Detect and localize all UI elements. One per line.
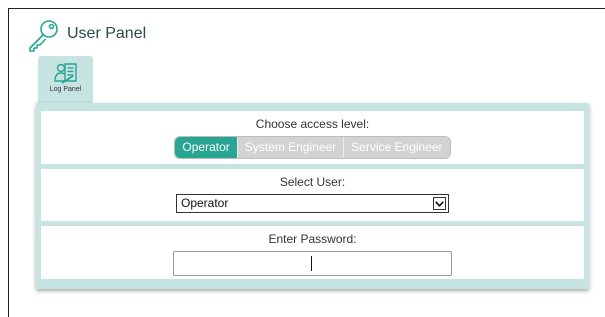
select-user-section: Select User: Operator xyxy=(41,169,584,221)
select-user-label: Select User: xyxy=(279,175,346,189)
password-section: Enter Password: xyxy=(41,226,584,279)
access-option-service-engineer[interactable]: Service Engineer xyxy=(343,137,450,158)
tab-label: Log Panel xyxy=(49,86,82,93)
user-list-icon xyxy=(53,63,77,84)
page-title: User Panel xyxy=(67,25,147,42)
user-select[interactable]: Operator xyxy=(176,194,449,213)
chevron-down-icon[interactable] xyxy=(433,197,446,210)
text-caret xyxy=(311,256,312,271)
access-level-label: Choose access level: xyxy=(255,117,370,131)
password-label: Enter Password: xyxy=(268,232,357,246)
key-icon xyxy=(29,20,58,52)
panel-header: User Panel xyxy=(26,17,146,53)
access-option-operator[interactable]: Operator xyxy=(175,137,237,158)
access-level-selector: Operator System Engineer Service Enginee… xyxy=(174,136,451,159)
access-option-system-engineer[interactable]: System Engineer xyxy=(236,137,344,158)
user-select-value: Operator xyxy=(181,196,229,210)
password-input[interactable] xyxy=(173,251,452,276)
access-level-section: Choose access level: Operator System Eng… xyxy=(41,111,584,164)
login-panel: Choose access level: Operator System Eng… xyxy=(36,103,589,289)
tab-log-panel[interactable]: Log Panel xyxy=(38,56,93,103)
